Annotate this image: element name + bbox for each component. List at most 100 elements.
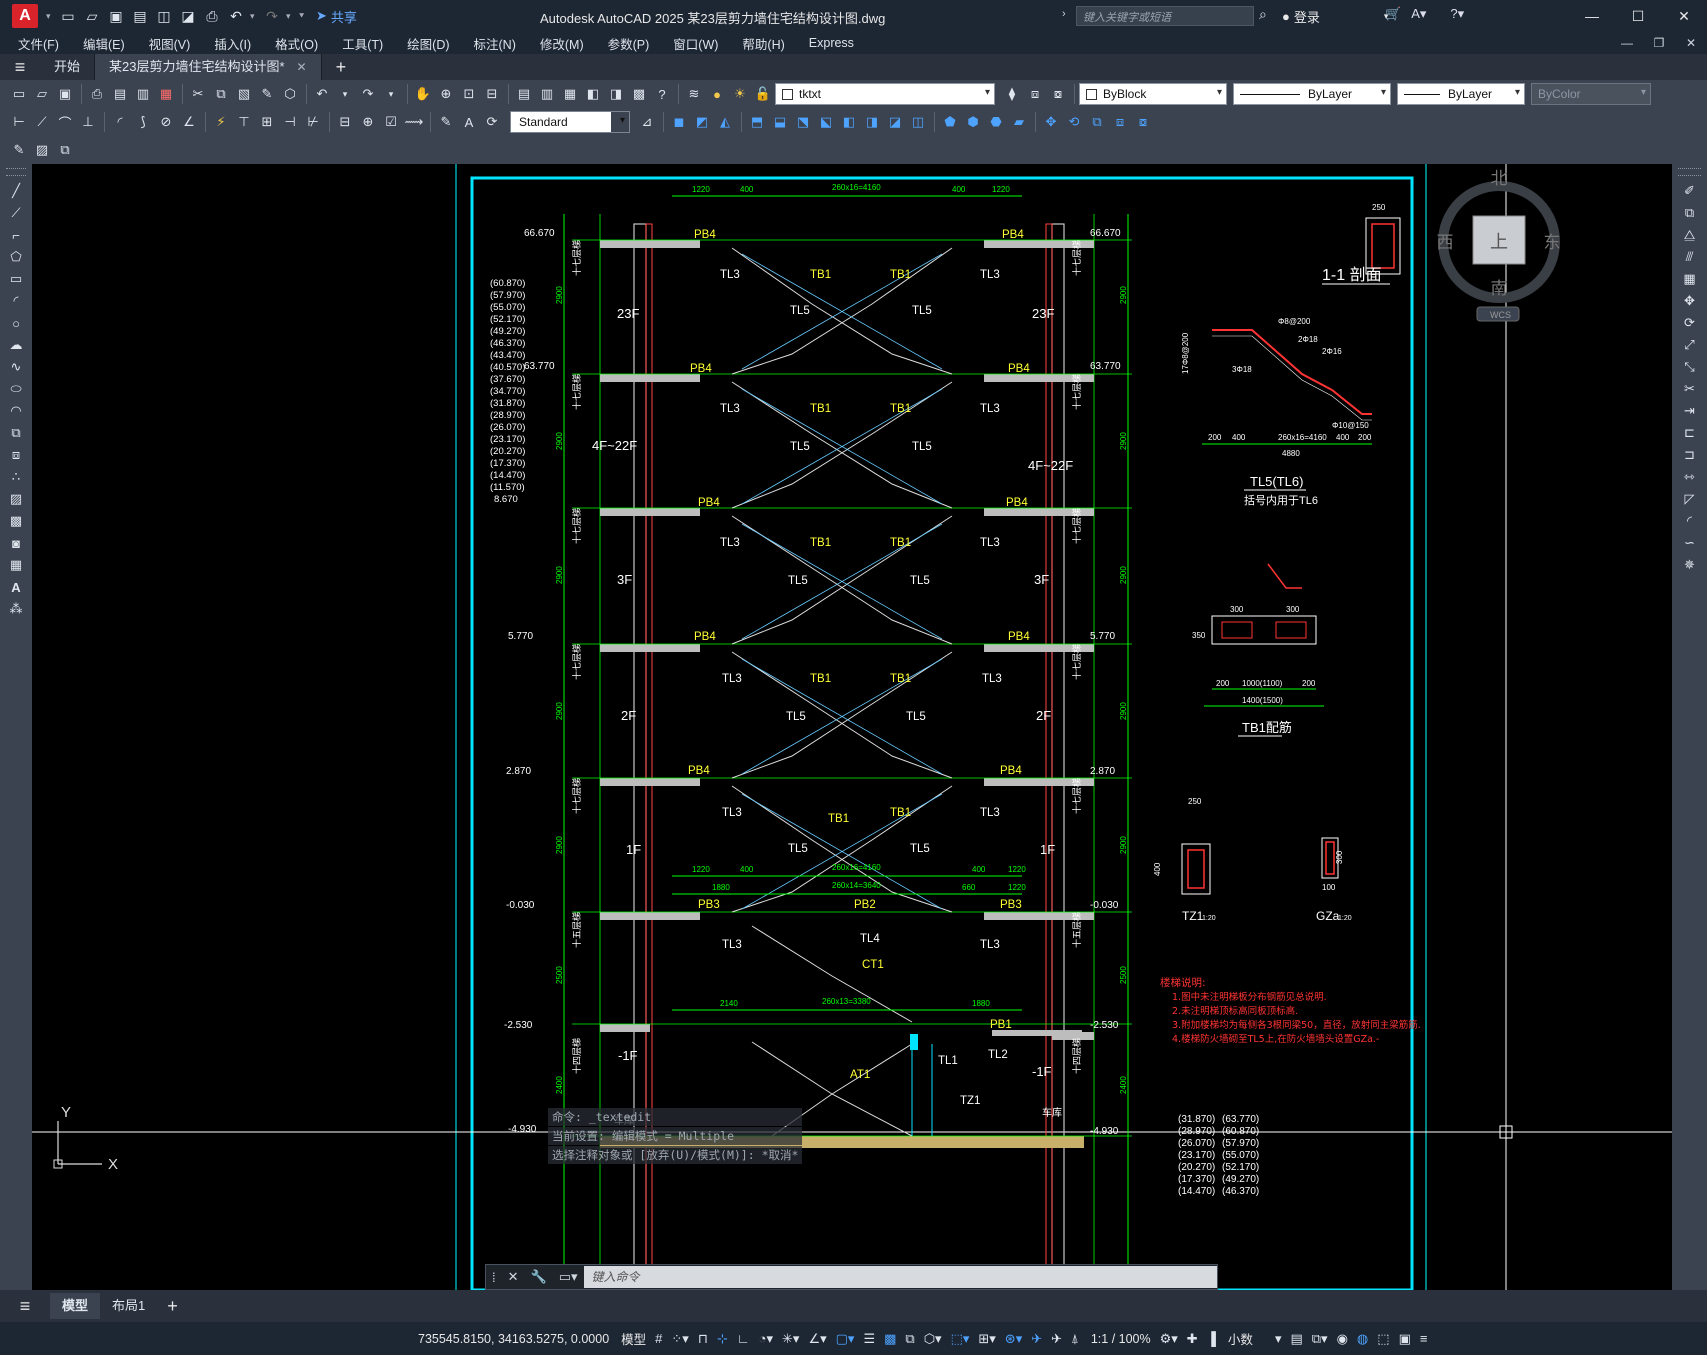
web-save-icon[interactable]: ◪ xyxy=(178,6,198,26)
gizmo-icon[interactable]: ⊛▾ xyxy=(1005,1331,1022,1347)
search-icon[interactable]: ⌕ xyxy=(1259,6,1267,23)
arc-length-icon[interactable]: ⌒ xyxy=(54,111,76,133)
dynamic-input-icon[interactable]: ⊹ xyxy=(717,1331,728,1347)
revolve-icon[interactable]: ⬢ xyxy=(962,111,984,133)
selection-cycling-icon[interactable]: ⧉ xyxy=(905,1331,914,1347)
undo-icon[interactable]: ↶ xyxy=(311,83,333,105)
match-properties-icon[interactable]: ✎ xyxy=(256,83,278,105)
publish-icon[interactable]: ▥ xyxy=(132,83,154,105)
quickcalc-icon[interactable]: ▩ xyxy=(628,83,650,105)
tool-palettes-icon[interactable]: ▦ xyxy=(559,83,581,105)
ortho-icon[interactable]: ∟ xyxy=(737,1331,750,1346)
sheet-set-icon[interactable]: ◧ xyxy=(582,83,604,105)
annotation-scale-value[interactable]: 1:1 / 100% xyxy=(1091,1332,1151,1346)
fillet-icon[interactable]: ◜ xyxy=(1672,510,1707,532)
isolate-objects-icon[interactable]: ◉ xyxy=(1337,1331,1348,1347)
save-icon[interactable]: ▣ xyxy=(54,83,76,105)
customization-icon[interactable]: ≡ xyxy=(1420,1331,1428,1346)
array-icon[interactable]: ▦ xyxy=(1672,268,1707,290)
layer-lock-icon[interactable]: 🔓 xyxy=(752,83,774,105)
dimstyle-dropdown[interactable]: Standard ▾ xyxy=(510,111,630,133)
isometric-icon[interactable]: ✳▾ xyxy=(782,1331,799,1347)
extrude-icon[interactable]: ⬒ xyxy=(746,111,768,133)
circle-icon[interactable]: ○ xyxy=(0,312,32,334)
hatch-icon[interactable]: ▨ xyxy=(0,488,32,510)
command-input[interactable]: 键入命令 xyxy=(583,1266,1217,1288)
3d-mirror-icon[interactable]: ⧈ xyxy=(1109,111,1131,133)
rectangle-icon[interactable]: ▭ xyxy=(0,268,32,290)
3d-rotate-icon[interactable]: ⟲ xyxy=(1063,111,1085,133)
ellipse-arc-icon[interactable]: ◠ xyxy=(0,400,32,422)
new-tab-plus-icon[interactable]: + xyxy=(336,57,347,78)
new-file-icon[interactable]: ▭ xyxy=(58,6,78,26)
help-icon[interactable]: ?▾ xyxy=(1450,6,1464,22)
continue-dim-icon[interactable]: ⊞ xyxy=(256,111,278,133)
command-customize-icon[interactable]: 🔧 xyxy=(531,1269,547,1285)
slice-icon[interactable]: ◪ xyxy=(884,111,906,133)
move-icon[interactable]: ✥ xyxy=(1672,290,1707,312)
subtract-icon[interactable]: ◧ xyxy=(838,111,860,133)
grid-icon[interactable]: # xyxy=(655,1331,662,1346)
dim-space-icon[interactable]: ⊣ xyxy=(279,111,301,133)
thicken-icon[interactable]: ▰ xyxy=(1008,111,1030,133)
command-prompt-icon[interactable]: ▭▾ xyxy=(559,1269,578,1285)
quick-dim-icon[interactable]: ⚡ xyxy=(210,111,232,133)
menu-parametric[interactable]: 参数(P) xyxy=(608,34,650,53)
tolerance-icon[interactable]: ⊟ xyxy=(334,111,356,133)
share-button[interactable]: ➤ 共享 xyxy=(316,7,357,26)
layer-previous-icon[interactable]: ⧈ xyxy=(1024,83,1046,105)
ellipse-icon[interactable]: ⬭ xyxy=(0,378,32,400)
3d-array-icon[interactable]: ⧇ xyxy=(1132,111,1154,133)
3d-move-icon[interactable]: ✥ xyxy=(1040,111,1062,133)
3d-print-icon[interactable]: ▦ xyxy=(155,83,177,105)
design-center-icon[interactable]: ▥ xyxy=(536,83,558,105)
quick-properties-icon[interactable]: ▤ xyxy=(1290,1331,1302,1347)
menu-view[interactable]: 视图(V) xyxy=(149,34,191,53)
autodesk-app-icon[interactable]: A▾ xyxy=(1411,6,1426,22)
annotation-scale-icon[interactable]: ⍋ xyxy=(1071,1331,1079,1347)
spline-icon[interactable]: ∿ xyxy=(0,356,32,378)
presspull-icon[interactable]: ⬓ xyxy=(769,111,791,133)
menu-express[interactable]: Express xyxy=(809,36,854,50)
dim-edit-icon[interactable]: ✎ xyxy=(435,111,457,133)
jogged-linear-icon[interactable]: ⟿ xyxy=(403,111,425,133)
workspace-gear-icon[interactable]: ⚙▾ xyxy=(1160,1331,1178,1347)
linear-dim-icon[interactable]: ⊢ xyxy=(8,111,30,133)
menu-edit[interactable]: 编辑(E) xyxy=(83,34,125,53)
menu-dimension[interactable]: 标注(N) xyxy=(474,34,516,53)
object-snap-tracking-icon[interactable]: ∠▾ xyxy=(808,1331,826,1347)
menu-help[interactable]: 帮助(H) xyxy=(742,34,784,53)
dim-break-icon[interactable]: ⊬ xyxy=(302,111,324,133)
zoom-window-icon[interactable]: ⊡ xyxy=(458,83,480,105)
image-icon[interactable]: ▨ xyxy=(31,139,53,161)
zoom-realtime-icon[interactable]: ⊕ xyxy=(435,83,457,105)
dim-update-icon[interactable]: ⟳ xyxy=(481,111,503,133)
maximize-button[interactable]: ☐ xyxy=(1615,0,1661,32)
clean-screen-icon[interactable]: ▣ xyxy=(1399,1331,1411,1347)
copy-object-icon[interactable]: ⧉ xyxy=(1672,202,1707,224)
viewcube-north-label[interactable]: 北 xyxy=(1491,169,1508,189)
annotation-monitor-icon[interactable]: ✚ xyxy=(1187,1331,1198,1347)
break-at-point-icon[interactable]: ⊏ xyxy=(1672,422,1707,444)
auto-scale-icon[interactable]: ✈ xyxy=(1051,1331,1062,1347)
menu-draw[interactable]: 绘图(D) xyxy=(407,34,449,53)
lineweight-icon[interactable]: ☰ xyxy=(863,1331,875,1347)
redo-dropdown-icon[interactable]: ▾ xyxy=(380,83,402,105)
color-dropdown[interactable]: ByBlock ▾ xyxy=(1079,83,1227,105)
units-dropdown-icon[interactable]: ▾ xyxy=(1275,1331,1282,1347)
minimize-button[interactable]: — xyxy=(1569,0,1615,32)
center-mark-icon[interactable]: ⊕ xyxy=(357,111,379,133)
copy-icon[interactable]: ⧉ xyxy=(210,83,232,105)
inspect-icon[interactable]: ☑ xyxy=(380,111,402,133)
object-snap-icon[interactable]: ▢▾ xyxy=(836,1331,855,1347)
angular-dim-icon[interactable]: ∠ xyxy=(178,111,200,133)
tab-document[interactable]: 某23层剪力墙住宅结构设计图* ✕ xyxy=(95,54,322,80)
autocad-logo[interactable]: A xyxy=(12,4,38,28)
undo-caret[interactable]: ▾ xyxy=(250,11,258,22)
dynamic-ucs-icon[interactable]: ⬚▾ xyxy=(951,1331,970,1347)
doc-close-button[interactable]: ✕ xyxy=(1675,32,1707,54)
baseline-dim-icon[interactable]: ⊤ xyxy=(233,111,255,133)
print-icon[interactable]: ⎙ xyxy=(202,6,222,26)
mirror-icon[interactable]: ⧋ xyxy=(1672,224,1707,246)
doc-minimize-button[interactable]: — xyxy=(1611,32,1643,54)
